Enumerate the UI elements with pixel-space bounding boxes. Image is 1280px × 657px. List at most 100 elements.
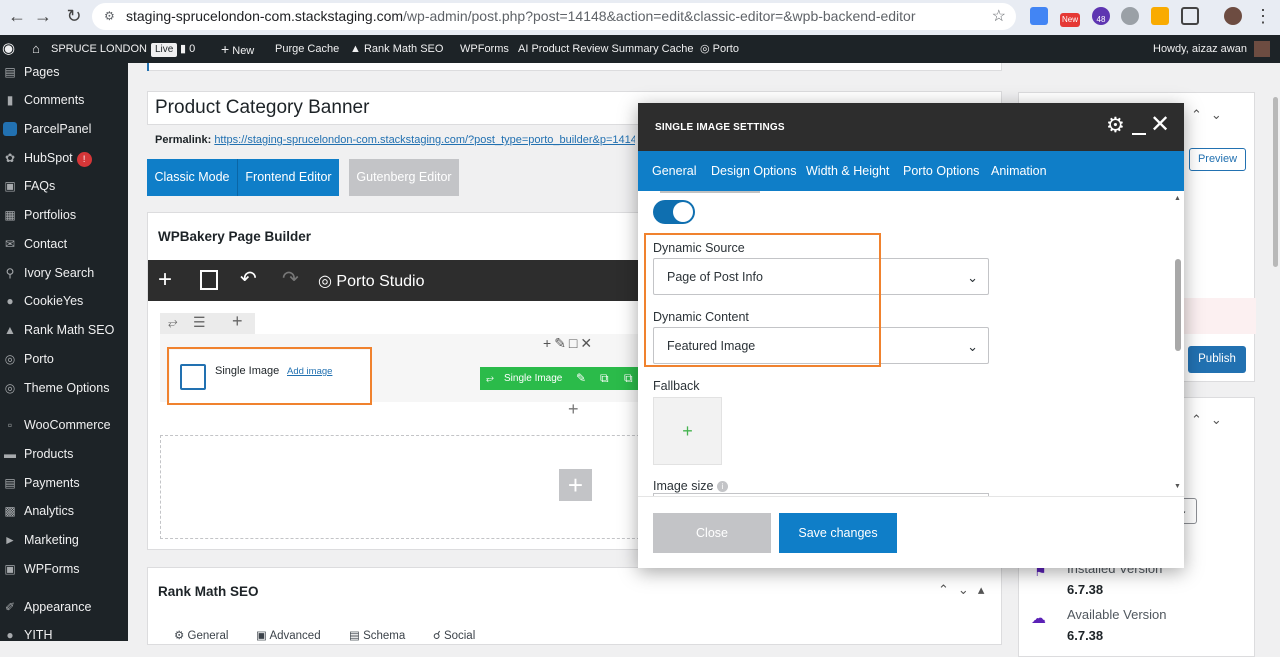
- tab-porto-options[interactable]: Porto Options: [903, 151, 979, 191]
- element-copy-icon[interactable]: ⧉: [624, 367, 633, 390]
- extensions-puzzle-icon[interactable]: [1181, 7, 1199, 25]
- add-row-icon[interactable]: +: [559, 469, 592, 501]
- close-button[interactable]: Close: [653, 513, 771, 553]
- sidebar-item-yith[interactable]: ● YITH: [0, 623, 128, 647]
- version-box-controls: ⌃⌄: [1191, 412, 1231, 428]
- move-up-icon[interactable]: ⌃: [1191, 107, 1211, 122]
- porto-link[interactable]: ◎ Porto: [700, 35, 739, 63]
- toggle-panel-icon[interactable]: ▴: [978, 582, 994, 597]
- sidebar-item-wpforms[interactable]: ▣ WPForms: [0, 557, 128, 581]
- profile-avatar[interactable]: [1224, 7, 1242, 25]
- sidebar-item-hubspot[interactable]: ✿ HubSpot!: [0, 146, 128, 170]
- info-icon[interactable]: i: [716, 481, 728, 493]
- redo-icon[interactable]: ↷: [282, 266, 299, 291]
- tab-social[interactable]: ☌ Social: [433, 628, 475, 642]
- element-edit-icon[interactable]: ✎: [576, 367, 586, 390]
- tab-general[interactable]: General: [652, 151, 696, 191]
- save-changes-button[interactable]: Save changes: [779, 513, 897, 553]
- new-content-link[interactable]: + New: [221, 35, 254, 63]
- modal-scrollbar-thumb[interactable]: [1175, 259, 1181, 351]
- column-copy-icon[interactable]: □: [569, 335, 580, 351]
- sidebar-item-porto[interactable]: ◎ Porto: [0, 347, 128, 371]
- sidebar-item-analytics[interactable]: ▩ Analytics: [0, 499, 128, 523]
- sidebar-item-ivory-search[interactable]: ⚲ Ivory Search: [0, 261, 128, 285]
- ai-review-cache-link[interactable]: AI Product Review Summary Cache: [518, 35, 693, 63]
- move-down-icon[interactable]: ⌄: [1211, 412, 1231, 427]
- tab-animation[interactable]: Animation: [991, 151, 1047, 191]
- reload-icon[interactable]: ↻: [61, 4, 87, 28]
- move-down-icon[interactable]: ⌄: [1211, 107, 1231, 122]
- close-icon[interactable]: ✕: [1150, 111, 1170, 139]
- site-info-icon[interactable]: ⚙: [104, 3, 115, 30]
- fallback-add-image[interactable]: +: [653, 397, 722, 465]
- site-name-link[interactable]: SPRUCE LONDON Live: [51, 35, 178, 63]
- comments-link[interactable]: ▮ 0: [180, 35, 195, 63]
- browser-menu-icon[interactable]: ⋮: [1250, 4, 1276, 28]
- classic-mode-button[interactable]: Classic Mode: [147, 159, 237, 196]
- tab-schema[interactable]: ▤ Schema: [349, 628, 405, 642]
- sidebar-item-comments[interactable]: ▮ Comments: [0, 88, 128, 112]
- settings-gear-icon[interactable]: ⚙: [1106, 113, 1125, 138]
- rank-math-link[interactable]: ▲ Rank Math SEO: [350, 35, 443, 63]
- sidebar-item-payments[interactable]: ▤ Payments: [0, 471, 128, 495]
- sidebar-item-woocommerce[interactable]: ▫ WooCommerce: [0, 413, 128, 437]
- tab-design-options[interactable]: Design Options: [711, 151, 796, 191]
- scroll-down-icon[interactable]: ▼: [1174, 483, 1181, 490]
- sidebar-item-pages[interactable]: ▤ Pages: [0, 60, 128, 84]
- undo-icon[interactable]: ↶: [240, 266, 257, 291]
- gutenberg-editor-button[interactable]: Gutenberg Editor: [349, 159, 459, 196]
- sidebar-item-parcelpanel[interactable]: ParcelPanel: [0, 117, 128, 141]
- move-up-icon[interactable]: ⌃: [938, 582, 958, 597]
- back-icon[interactable]: ←: [4, 4, 30, 28]
- column-add-icon[interactable]: +: [543, 335, 554, 351]
- move-down-icon[interactable]: ⌄: [958, 582, 978, 597]
- move-up-icon[interactable]: ⌃: [1191, 412, 1211, 427]
- row-layout-icon[interactable]: ☰: [193, 314, 206, 331]
- permalink-link[interactable]: https://staging-sprucelondon-com.stackst…: [214, 134, 635, 146]
- empty-row-dropzone[interactable]: +: [160, 435, 650, 539]
- tab-advanced[interactable]: ▣ Advanced: [256, 628, 321, 642]
- translate-extension-icon[interactable]: [1030, 7, 1048, 25]
- sidebar-item-portfolios[interactable]: ▦ Portfolios: [0, 203, 128, 227]
- page-scrollbar[interactable]: [1271, 63, 1280, 641]
- globe-icon[interactable]: [1121, 7, 1139, 25]
- templates-icon[interactable]: [200, 270, 218, 290]
- preview-button[interactable]: Preview: [1189, 148, 1246, 171]
- element-copy-icon[interactable]: ⧉: [600, 367, 609, 390]
- sidebar-item-theme-options[interactable]: ◎ Theme Options: [0, 376, 128, 400]
- row-add-icon[interactable]: +: [232, 311, 243, 332]
- add-element-to-column-icon[interactable]: +: [568, 399, 579, 420]
- forward-icon[interactable]: →: [30, 4, 56, 28]
- porto-studio-button[interactable]: ◎ Porto Studio: [318, 271, 424, 291]
- bookmark-star-icon[interactable]: ☆: [992, 3, 1006, 30]
- wpforms-link[interactable]: WPForms: [460, 35, 509, 63]
- column-edit-icon[interactable]: ✎: [554, 335, 569, 351]
- sidebar-item-contact[interactable]: ✉ Contact: [0, 232, 128, 256]
- sidebar-item-marketing[interactable]: ► Marketing: [0, 528, 128, 552]
- extension-icon[interactable]: [1151, 7, 1169, 25]
- element-move-icon[interactable]: ⥂: [486, 367, 494, 390]
- tab-general[interactable]: ⚙ General: [174, 628, 228, 642]
- row-move-icon[interactable]: ⥂: [168, 315, 178, 330]
- sidebar-item-cookieyes[interactable]: ● CookieYes: [0, 289, 128, 313]
- address-bar[interactable]: ⚙ staging-sprucelondon-com.stackstaging.…: [92, 3, 1016, 30]
- extension-count-icon[interactable]: 48: [1092, 7, 1110, 25]
- add-element-icon[interactable]: +: [158, 266, 172, 294]
- howdy-account-link[interactable]: Howdy, aizaz awan: [1153, 35, 1271, 63]
- page-scrollbar-thumb[interactable]: [1273, 97, 1278, 267]
- wordpress-logo-icon[interactable]: ◉: [2, 35, 15, 63]
- modal-scrollbar[interactable]: ▲ ▼: [1172, 191, 1184, 496]
- publish-button[interactable]: Publish: [1188, 346, 1246, 373]
- new-extension-badge[interactable]: New: [1060, 13, 1080, 27]
- dynamic-image-toggle[interactable]: [653, 200, 695, 224]
- sidebar-item-rank-math[interactable]: ▲ Rank Math SEO: [0, 318, 128, 342]
- frontend-editor-button[interactable]: Frontend Editor: [237, 159, 339, 196]
- sidebar-item-faqs[interactable]: ▣ FAQs: [0, 174, 128, 198]
- minimize-icon[interactable]: [1132, 133, 1146, 135]
- sidebar-item-products[interactable]: ▬ Products: [0, 442, 128, 466]
- sidebar-item-appearance[interactable]: ✐ Appearance: [0, 595, 128, 619]
- scroll-up-icon[interactable]: ▲: [1174, 195, 1181, 202]
- column-delete-icon[interactable]: ✕: [580, 335, 595, 351]
- tab-width-height[interactable]: Width & Height: [806, 151, 889, 191]
- purge-cache-link[interactable]: Purge Cache: [275, 35, 339, 63]
